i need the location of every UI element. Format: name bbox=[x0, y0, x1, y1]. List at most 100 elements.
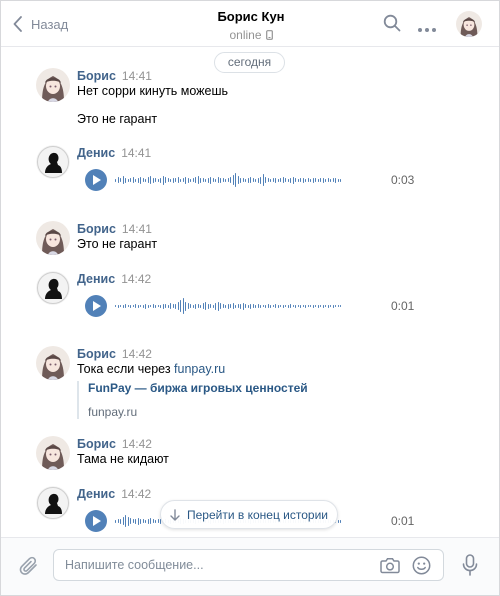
author-name[interactable]: Борис bbox=[77, 437, 116, 451]
attach-button[interactable] bbox=[18, 555, 40, 580]
waveform-bar bbox=[310, 178, 311, 182]
waveform-bar bbox=[337, 178, 339, 182]
waveform-bar bbox=[252, 178, 254, 182]
message-time[interactable]: 14:41 bbox=[122, 69, 152, 83]
author-avatar[interactable] bbox=[36, 271, 70, 305]
waveform-bar bbox=[200, 304, 201, 308]
waveform-bar bbox=[155, 519, 156, 523]
message-meta: Денис 14:42 bbox=[77, 271, 151, 286]
play-button[interactable] bbox=[85, 169, 107, 191]
message-meta: Денис 14:42 bbox=[77, 486, 151, 501]
waveform-bar bbox=[122, 304, 124, 308]
waveform-bar bbox=[335, 177, 336, 183]
waveform-bar bbox=[282, 304, 284, 308]
emoji-button[interactable] bbox=[412, 556, 431, 578]
message-meta: Борис 14:42 bbox=[77, 436, 152, 451]
author-avatar[interactable] bbox=[36, 221, 70, 255]
author-name[interactable]: Денис bbox=[77, 487, 115, 501]
waveform-bar bbox=[260, 304, 261, 308]
waveform-bar bbox=[282, 177, 284, 183]
back-label: Назад bbox=[31, 16, 69, 32]
author-name[interactable]: Денис bbox=[77, 146, 115, 160]
chat-title: Борис Кун bbox=[217, 9, 285, 24]
waveform-bar bbox=[307, 178, 309, 182]
waveform-bar bbox=[150, 518, 151, 524]
author-avatar[interactable] bbox=[36, 436, 70, 470]
author-name[interactable]: Борис bbox=[77, 222, 116, 236]
chat-title-block[interactable]: Борис Кун online bbox=[151, 9, 351, 42]
silhouette-avatar-icon bbox=[36, 486, 70, 520]
microphone-icon bbox=[462, 554, 478, 576]
author-avatar[interactable] bbox=[36, 486, 70, 520]
anime-girl-avatar-icon bbox=[36, 346, 70, 380]
voice-duration: 0:03 bbox=[391, 173, 415, 187]
waveform-bar bbox=[312, 177, 314, 183]
waveform-bar bbox=[297, 305, 299, 307]
voice-waveform[interactable] bbox=[115, 169, 383, 191]
waveform-bar bbox=[165, 304, 166, 308]
date-divider: сегодня bbox=[214, 52, 285, 73]
author-name[interactable]: Борис bbox=[77, 69, 116, 83]
waveform-bar bbox=[290, 304, 291, 308]
mobile-phone-icon bbox=[265, 30, 273, 40]
voice-waveform[interactable] bbox=[115, 295, 383, 317]
waveform-bar bbox=[120, 518, 121, 524]
waveform-bar bbox=[332, 178, 334, 182]
waveform-bar bbox=[315, 178, 316, 182]
waveform-bar bbox=[322, 177, 324, 183]
waveform-bar bbox=[137, 177, 139, 183]
waveform-bar bbox=[197, 176, 199, 184]
message-time[interactable]: 14:42 bbox=[122, 347, 152, 361]
voice-duration: 0:01 bbox=[391, 514, 415, 528]
jump-to-end-label: Перейти в конец истории bbox=[187, 507, 328, 522]
more-actions-button[interactable] bbox=[417, 21, 437, 36]
message-link[interactable]: funpay.ru bbox=[174, 362, 225, 376]
message-meta: Борис 14:41 bbox=[77, 221, 152, 236]
waveform-bar bbox=[270, 178, 271, 182]
message-time[interactable]: 14:42 bbox=[121, 487, 151, 501]
waveform-bar bbox=[260, 176, 261, 184]
waveform-bar bbox=[252, 304, 254, 308]
waveform-bar bbox=[232, 175, 234, 185]
back-button[interactable]: Назад bbox=[13, 14, 68, 34]
author-avatar[interactable] bbox=[36, 346, 70, 380]
waveform-bar bbox=[140, 305, 141, 307]
message-text: Это не гарант bbox=[77, 112, 158, 126]
waveform-bar bbox=[320, 305, 321, 307]
waveform-bar bbox=[320, 178, 321, 182]
message-time[interactable]: 14:42 bbox=[122, 437, 152, 451]
play-button[interactable] bbox=[85, 295, 107, 317]
waveform-bar bbox=[245, 304, 246, 308]
waveform-bar bbox=[175, 303, 176, 309]
message-time[interactable]: 14:41 bbox=[121, 146, 151, 160]
link-preview-title[interactable]: FunPay — биржа игровых ценностей bbox=[88, 381, 308, 395]
waveform-bar bbox=[317, 304, 319, 308]
waveform-bar bbox=[335, 305, 336, 307]
author-avatar[interactable] bbox=[36, 68, 70, 102]
waveform-bar bbox=[140, 176, 141, 184]
chat-header: Назад Борис Кун online bbox=[1, 1, 499, 47]
waveform-bar bbox=[277, 178, 279, 182]
contact-avatar[interactable] bbox=[456, 11, 482, 37]
author-name[interactable]: Борис bbox=[77, 347, 116, 361]
waveform-bar bbox=[132, 519, 134, 523]
camera-button[interactable] bbox=[380, 557, 400, 577]
author-avatar[interactable] bbox=[36, 145, 70, 179]
waveform-bar bbox=[297, 178, 299, 182]
waveform-bar bbox=[130, 304, 131, 308]
play-button[interactable] bbox=[85, 510, 107, 532]
voice-record-button[interactable] bbox=[462, 554, 478, 579]
waveform-bar bbox=[117, 177, 119, 183]
waveform-bar bbox=[150, 305, 151, 307]
waveform-bar bbox=[152, 304, 154, 308]
message-composer bbox=[1, 537, 499, 595]
link-preview[interactable]: FunPay — биржа игровых ценностей funpay.… bbox=[77, 381, 308, 419]
jump-to-end-button[interactable]: Перейти в конец истории bbox=[160, 500, 338, 529]
search-button[interactable] bbox=[383, 14, 401, 35]
message-input[interactable] bbox=[65, 550, 375, 580]
waveform-bar bbox=[325, 178, 326, 182]
message-time[interactable]: 14:42 bbox=[121, 272, 151, 286]
message-time[interactable]: 14:41 bbox=[122, 222, 152, 236]
silhouette-avatar-icon bbox=[36, 271, 70, 305]
author-name[interactable]: Денис bbox=[77, 272, 115, 286]
